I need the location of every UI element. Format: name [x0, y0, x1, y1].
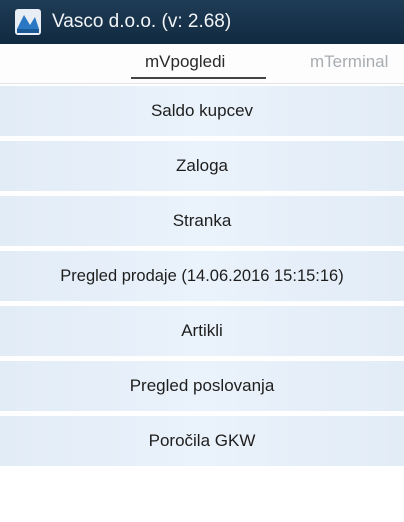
- menu-item-zaloga[interactable]: Zaloga: [0, 141, 404, 191]
- title-bar: Vasco d.o.o. (v: 2.68): [0, 0, 404, 44]
- vasco-logo-icon: [15, 9, 41, 35]
- active-tab-indicator: [131, 77, 266, 79]
- menu-item-pregled-prodaje[interactable]: Pregled prodaje (14.06.2016 15:15:16): [0, 251, 404, 301]
- menu-item-stranka[interactable]: Stranka: [0, 196, 404, 246]
- menu-item-porocila-gkw[interactable]: Poročila GKW: [0, 416, 404, 466]
- tab-bar: mVpogledi mTerminal: [0, 44, 404, 84]
- menu-item-pregled-poslovanja[interactable]: Pregled poslovanja: [0, 361, 404, 411]
- tab-mvpogledi[interactable]: mVpogledi: [145, 52, 225, 72]
- menu-list: Saldo kupcev Zaloga Stranka Pregled prod…: [0, 84, 404, 466]
- menu-item-saldo-kupcev[interactable]: Saldo kupcev: [0, 86, 404, 136]
- app-window: Vasco d.o.o. (v: 2.68) mVpogledi mTermin…: [0, 0, 404, 522]
- tab-mterminal[interactable]: mTerminal: [310, 52, 388, 72]
- menu-item-artikli[interactable]: Artikli: [0, 306, 404, 356]
- app-title: Vasco d.o.o. (v: 2.68): [52, 11, 232, 32]
